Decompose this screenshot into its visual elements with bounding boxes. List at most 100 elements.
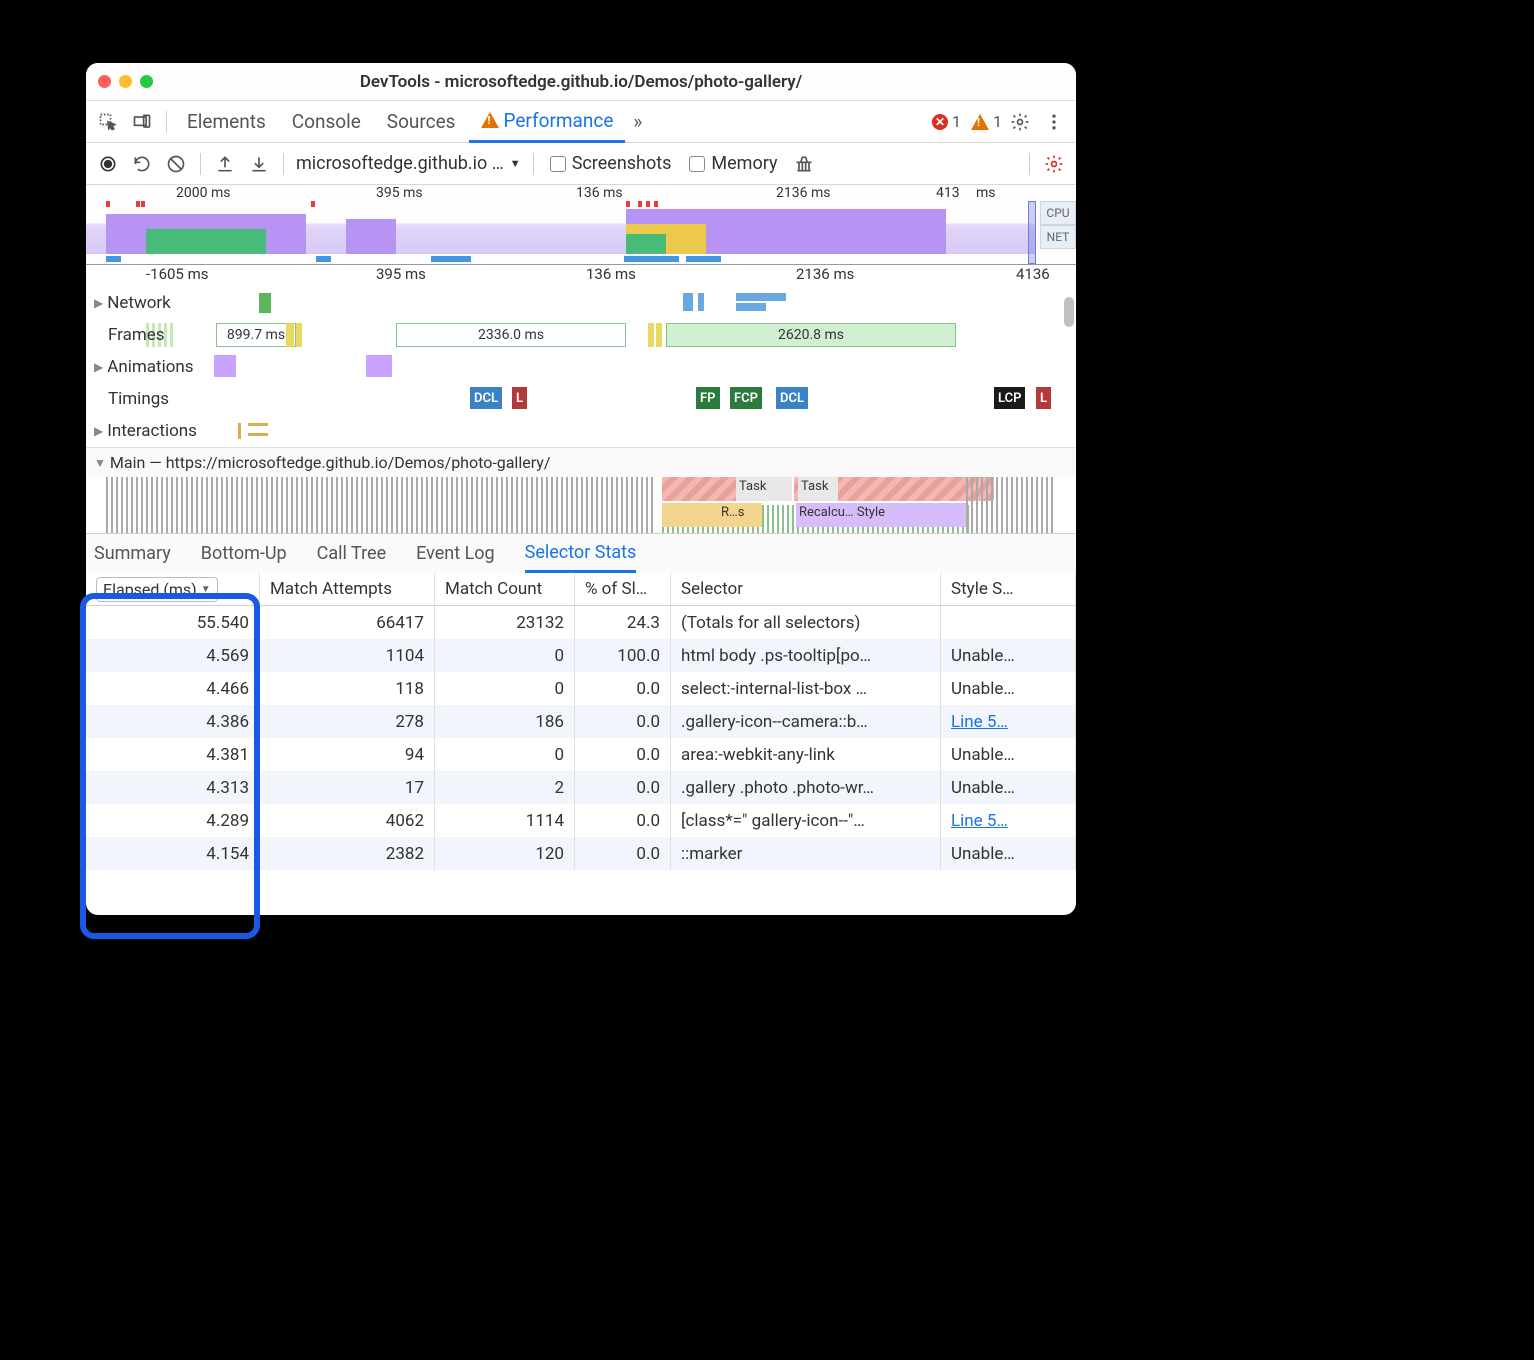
table-row[interactable]: 4.3131720.0.gallery .photo .photo-wr…Una… (86, 771, 1076, 804)
cell-attempts: 4062 (260, 804, 435, 837)
table-row[interactable]: 4.56911040100.0html body .ps-tooltip[po…… (86, 639, 1076, 672)
flame-recalc-style[interactable]: Recalcu… Style (796, 503, 966, 527)
style-link[interactable]: Line 5… (951, 811, 1008, 831)
table-row[interactable]: 4.289406211140.0[class*=" gallery-icon--… (86, 804, 1076, 837)
main-label: Main — https://microsoftedge.github.io/D… (110, 453, 551, 472)
track-network[interactable]: ▶ Network (86, 287, 1076, 319)
device-toolbar-icon[interactable] (126, 106, 158, 138)
upload-icon[interactable] (209, 148, 241, 180)
cell-slow: 24.3 (575, 606, 671, 639)
overview-timeline[interactable]: 2000 ms 395 ms 136 ms 2136 ms 413 ms (86, 185, 1076, 265)
table-row[interactable]: 4.46611800.0select:-internal-list-box …U… (86, 672, 1076, 705)
subtab-summary[interactable]: Summary (94, 534, 171, 573)
table-header: Elapsed (ms) ▼ Match Attempts Match Coun… (86, 573, 1076, 606)
screenshots-label: Screenshots (572, 153, 672, 174)
cell-count: 186 (435, 705, 575, 738)
inspect-element-icon[interactable] (92, 106, 124, 138)
cell-count: 0 (435, 672, 575, 705)
tab-performance[interactable]: Performance (469, 101, 625, 143)
titlebar: DevTools - microsoftedge.github.io/Demos… (86, 63, 1076, 101)
overview-handle[interactable] (1028, 201, 1036, 264)
capture-settings-icon[interactable] (1038, 148, 1070, 180)
timing-fp: FP (696, 387, 720, 409)
track-label: Timings (108, 389, 218, 409)
error-count: 1 (952, 112, 961, 131)
cell-selector: .gallery-icon--camera::b… (671, 705, 941, 738)
tracks-panel[interactable]: ▶ Network Frames 899.7 ms 2336.0 (86, 287, 1076, 533)
subtab-selector-stats[interactable]: Selector Stats (525, 534, 637, 573)
col-elapsed-header[interactable]: Elapsed (ms) ▼ (86, 573, 260, 605)
cell-slow: 0.0 (575, 837, 671, 870)
cell-count: 23132 (435, 606, 575, 639)
details-tabs: Summary Bottom-Up Call Tree Event Log Se… (86, 533, 1076, 573)
subtab-event-log[interactable]: Event Log (416, 534, 495, 573)
settings-icon[interactable] (1004, 106, 1036, 138)
screenshots-checkbox[interactable]: Screenshots (542, 153, 680, 174)
disclosure-icon[interactable]: ▼ (94, 456, 106, 470)
issues-badges[interactable]: ✕ 1 1 (932, 112, 1002, 131)
cell-elapsed: 4.569 (86, 639, 260, 672)
garbage-collect-icon[interactable] (788, 148, 820, 180)
url-dropdown[interactable]: microsoftedge.github.io … ▼ (292, 153, 525, 174)
cell-selector: (Totals for all selectors) (671, 606, 941, 639)
cell-slow: 0.0 (575, 672, 671, 705)
scrollbar-thumb[interactable] (1064, 297, 1074, 327)
track-timings[interactable]: Timings DCL L FP FCP DCL LCP L (86, 383, 1076, 415)
record-button[interactable] (92, 148, 124, 180)
cell-slow: 0.0 (575, 804, 671, 837)
col-slow-header[interactable]: % of Sl… (575, 573, 671, 605)
memory-checkbox[interactable]: Memory (681, 153, 785, 174)
cell-selector: area:-webkit-any-link (671, 738, 941, 771)
flame-task[interactable]: Task (736, 477, 792, 501)
col-count-header[interactable]: Match Count (435, 573, 575, 605)
cell-selector: html body .ps-tooltip[po… (671, 639, 941, 672)
ruler-tick: 413 (936, 185, 960, 201)
track-label: Animations (107, 357, 217, 377)
cell-style: Line 5… (941, 705, 1076, 738)
subtab-call-tree[interactable]: Call Tree (317, 534, 386, 573)
tab-elements[interactable]: Elements (175, 101, 278, 143)
track-main-header[interactable]: ▼ Main — https://microsoftedge.github.io… (86, 447, 1076, 477)
cell-attempts: 94 (260, 738, 435, 771)
close-window-button[interactable] (98, 75, 111, 88)
more-icon[interactable] (1038, 106, 1070, 138)
clear-button[interactable] (160, 148, 192, 180)
warning-count: 1 (993, 112, 1002, 131)
cell-slow: 0.0 (575, 738, 671, 771)
table-body: 55.540664172313224.3(Totals for all sele… (86, 606, 1076, 870)
table-row[interactable]: 4.15423821200.0::markerUnable… (86, 837, 1076, 870)
track-interactions[interactable]: ▶ Interactions (86, 415, 1076, 447)
maximize-window-button[interactable] (140, 75, 153, 88)
table-row[interactable]: 4.3862781860.0.gallery-icon--camera::b…L… (86, 705, 1076, 738)
flame-chart[interactable]: Task Task R…s Recalcu… Style (86, 477, 1076, 533)
cell-selector: ::marker (671, 837, 941, 870)
minimize-window-button[interactable] (119, 75, 132, 88)
cell-slow: 100.0 (575, 639, 671, 672)
tab-console[interactable]: Console (280, 101, 373, 143)
col-attempts-header[interactable]: Match Attempts (260, 573, 435, 605)
warning-icon (971, 114, 989, 130)
table-row[interactable]: 55.540664172313224.3(Totals for all sele… (86, 606, 1076, 639)
tab-more[interactable]: » (627, 101, 648, 143)
cell-elapsed: 4.381 (86, 738, 260, 771)
download-icon[interactable] (243, 148, 275, 180)
cell-count: 120 (435, 837, 575, 870)
flame-bar[interactable]: R…s (718, 503, 762, 527)
tab-sources[interactable]: Sources (375, 101, 468, 143)
ruler-tick: 136 ms (576, 185, 623, 201)
track-frames[interactable]: Frames 899.7 ms 2336.0 ms 2620.8 ms (86, 319, 1076, 351)
subtab-bottom-up[interactable]: Bottom-Up (201, 534, 287, 573)
track-label: Interactions (107, 421, 217, 441)
table-row[interactable]: 4.3819400.0area:-webkit-any-linkUnable… (86, 738, 1076, 771)
col-style-header[interactable]: Style S… (941, 573, 1076, 605)
ruler-tick: 2000 ms (176, 185, 230, 201)
memory-label: Memory (711, 153, 777, 174)
track-animations[interactable]: ▶ Animations (86, 351, 1076, 383)
timing-l: L (512, 387, 527, 409)
col-selector-header[interactable]: Selector (671, 573, 941, 605)
cell-style: Unable… (941, 639, 1076, 672)
style-link[interactable]: Line 5… (951, 712, 1008, 732)
cell-selector: .gallery .photo .photo-wr… (671, 771, 941, 804)
flame-task[interactable]: Task (798, 477, 838, 501)
reload-button[interactable] (126, 148, 158, 180)
